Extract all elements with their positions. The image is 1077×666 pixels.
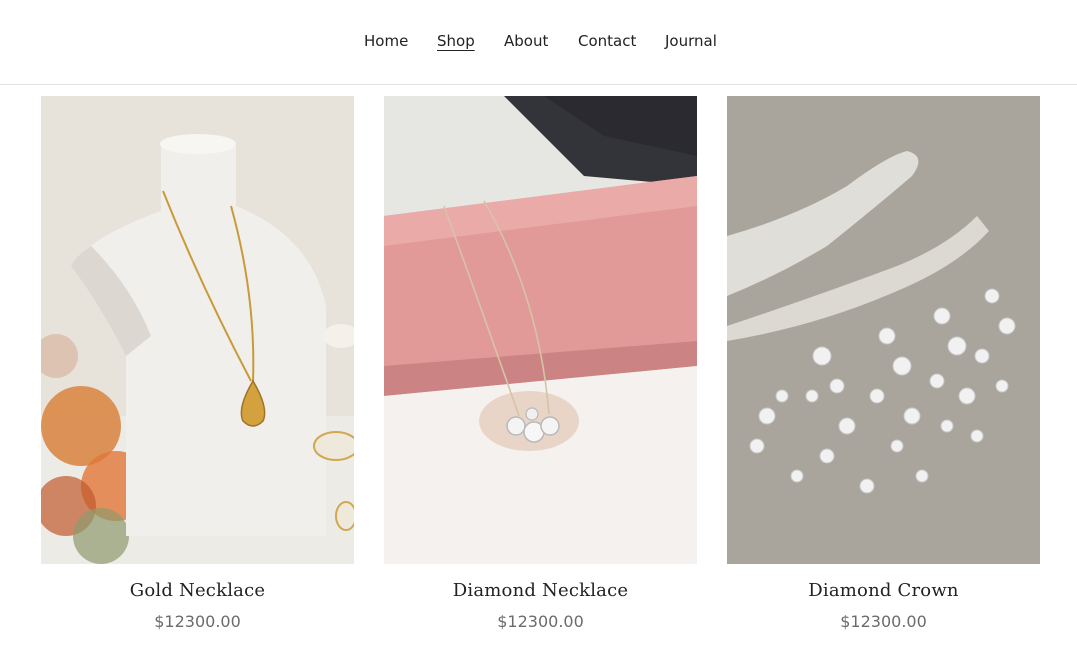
product-card[interactable]: Gold Necklace $12300.00 [41,96,354,633]
product-name[interactable]: Gold Necklace [41,578,354,604]
nav-home[interactable]: Home [364,31,408,51]
nav-contact[interactable]: Contact [578,31,636,51]
product-price: $12300.00 [840,612,927,631]
product-name[interactable]: Diamond Necklace [384,578,697,604]
gold-necklace-photo [41,96,354,564]
product-price: $12300.00 [154,612,241,631]
nav-shop[interactable]: Shop [437,31,475,51]
product-image-diamond-necklace[interactable] [384,96,697,564]
site-header: Home Shop About Contact Journal [0,0,1077,85]
product-image-diamond-crown[interactable] [727,96,1040,564]
diamond-necklace-photo [384,96,697,564]
nav-journal[interactable]: Journal [665,31,717,51]
diamond-crown-photo [727,96,1040,564]
product-card[interactable]: Diamond Crown $12300.00 [727,96,1040,633]
product-image-gold-necklace[interactable] [41,96,354,564]
product-card[interactable]: Diamond Necklace $12300.00 [384,96,697,633]
product-price: $12300.00 [497,612,584,631]
nav-about[interactable]: About [504,31,548,51]
product-name[interactable]: Diamond Crown [727,578,1040,604]
